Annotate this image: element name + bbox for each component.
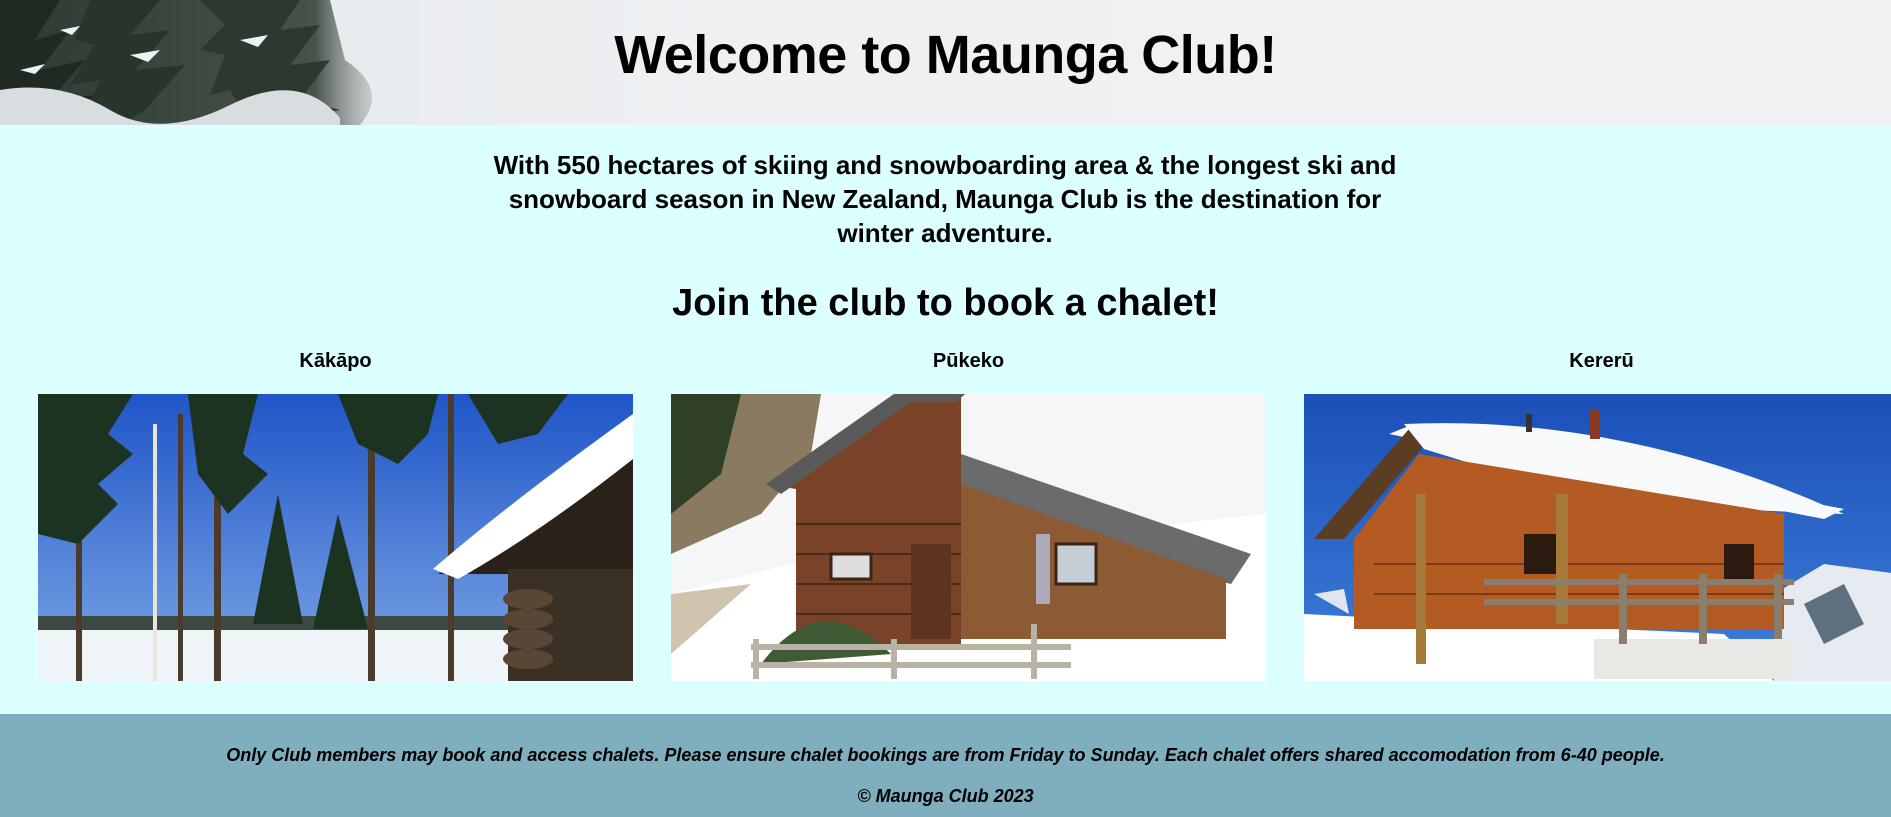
booking-policy-note: Only Club members may book and access ch… [226, 745, 1665, 765]
chalet-image-pukeko[interactable] [671, 394, 1266, 681]
chalet-image-kakapo[interactable] [38, 394, 633, 681]
site-header: Welcome to Maunga Club! [0, 0, 1891, 125]
join-heading: Join the club to book a chalet! [672, 282, 1219, 324]
chalet-name-pukeko: Pūkeko [932, 350, 1005, 372]
intro-paragraph: With 550 hectares of skiing and snowboar… [493, 150, 1397, 248]
page-title: Welcome to Maunga Club! [614, 24, 1277, 85]
copyright-text: © Maunga Club 2023 [857, 786, 1034, 806]
chalet-name-kakapo: Kākāpo [299, 350, 372, 372]
site-footer: Only Club members may book and access ch… [0, 714, 1891, 817]
chalet-image-kereru[interactable] [1304, 394, 1891, 681]
chalet-name-kereru: Kererū [1569, 350, 1634, 372]
